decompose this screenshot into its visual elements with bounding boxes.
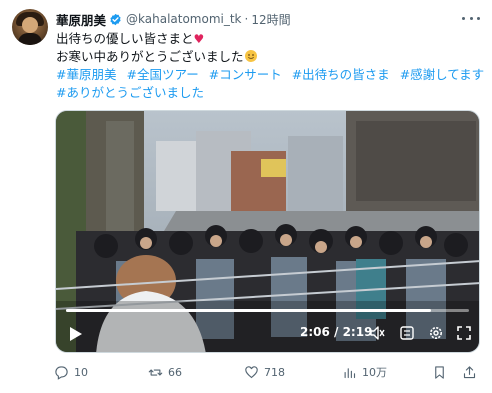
smile-emoji	[244, 50, 257, 62]
views-button[interactable]: 10万	[342, 362, 387, 382]
retweet-count: 66	[168, 365, 182, 379]
display-name[interactable]: 華原朋美	[56, 10, 106, 29]
avatar[interactable]	[12, 9, 48, 45]
hashtag-row-1: #華原朋美 #全国ツアー #コンサート #出待ちの皆さま #感謝してます	[56, 66, 486, 84]
heart-emoji: ♥	[193, 32, 205, 46]
hashtag[interactable]: #コンサート	[209, 67, 282, 82]
video-controls: 2:06 / 2:19	[56, 314, 479, 352]
play-icon[interactable]	[69, 326, 83, 342]
volume-icon[interactable]	[369, 325, 385, 341]
reply-icon	[55, 365, 68, 380]
tweet[interactable]: 華原朋美 @kahalatomomi_tk · 12時間 出待ちの優しい皆さまと…	[0, 0, 492, 393]
hashtags: #華原朋美 #全国ツアー #コンサート #出待ちの皆さま #感謝してます #ありがとうご…	[56, 66, 486, 102]
handle[interactable]: @kahalatomomi_tk	[126, 12, 242, 26]
verified-badge-icon	[110, 13, 121, 25]
video-timecode: 2:06 / 2:19	[300, 325, 373, 339]
more-icon[interactable]	[462, 11, 480, 25]
tweet-actions: 10 66 718 10万	[50, 362, 480, 382]
hashtag[interactable]: #出待ちの皆さま	[292, 67, 390, 82]
tweet-header: 華原朋美 @kahalatomomi_tk · 12時間	[56, 10, 291, 28]
like-button[interactable]: 718	[244, 362, 285, 382]
bookmark-button[interactable]	[432, 362, 452, 382]
fullscreen-icon[interactable]	[457, 326, 471, 340]
separator-dot: ·	[244, 12, 249, 26]
tweet-text: 出待ちの優しい皆さまと♥ お寒い中ありがとうございました	[56, 30, 481, 66]
retweet-icon	[148, 368, 163, 376]
reply-button[interactable]: 10	[54, 362, 88, 382]
hashtag[interactable]: #全国ツアー	[126, 67, 198, 82]
hashtag[interactable]: #華原朋美	[56, 67, 116, 82]
hashtag[interactable]: #感謝してます	[400, 67, 484, 82]
hashtag-row-2: #ありがとうございました	[56, 84, 486, 102]
reply-count: 10	[74, 365, 88, 379]
retweet-button[interactable]: 66	[148, 362, 182, 382]
views-count: 10万	[362, 366, 387, 379]
settings-icon[interactable]	[428, 325, 444, 341]
hashtag[interactable]: #ありがとうございました	[56, 85, 204, 100]
video-progress-fill	[66, 309, 432, 312]
share-icon	[463, 365, 476, 378]
video-player[interactable]: 2:06 / 2:19	[55, 110, 480, 353]
tweet-line-2: お寒い中ありがとうございました	[56, 49, 244, 64]
like-count: 718	[264, 365, 285, 379]
views-icon	[344, 367, 356, 378]
share-button[interactable]	[462, 362, 482, 382]
video-progress-bar[interactable]	[66, 309, 469, 312]
timestamp[interactable]: 12時間	[251, 11, 290, 28]
tweet-line-1: 出待ちの優しい皆さまと	[56, 31, 194, 46]
captions-icon[interactable]	[400, 326, 414, 340]
bookmark-icon	[435, 365, 444, 379]
like-icon	[245, 365, 258, 378]
